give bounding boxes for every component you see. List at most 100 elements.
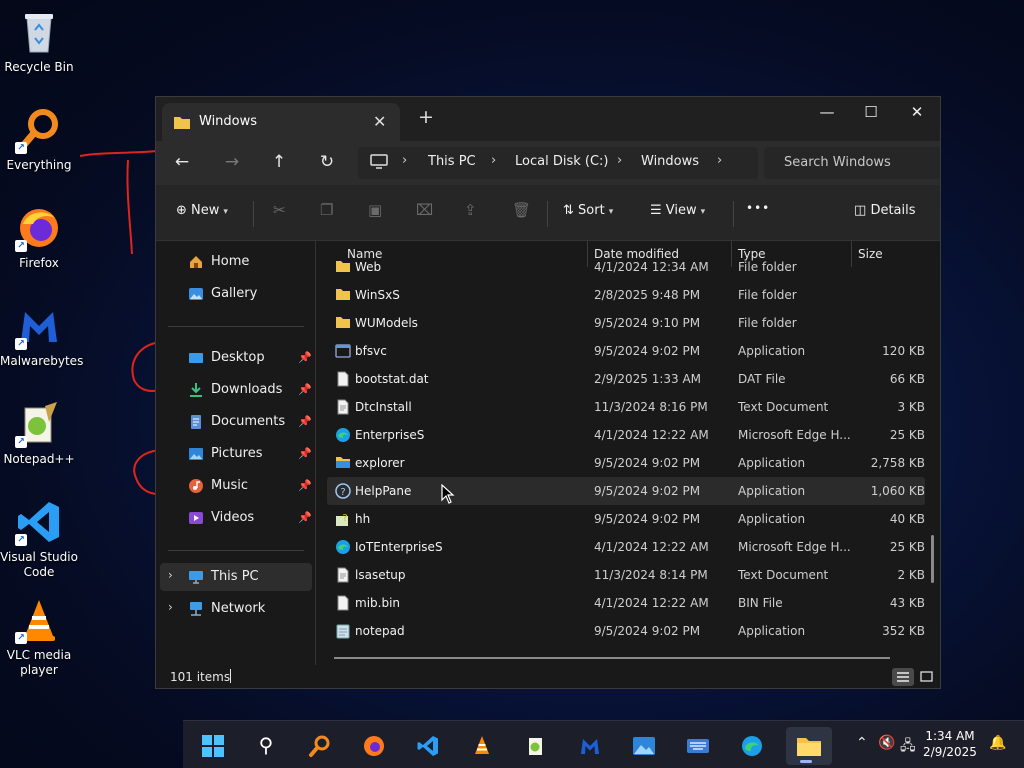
desktop-icon-recycle-bin[interactable]: Recycle Bin [0, 8, 78, 75]
taskbar-file-explorer[interactable] [786, 727, 832, 765]
nav-item-documents[interactable]: Documents 📌 [156, 408, 312, 436]
rename-icon[interactable]: ⌧ [416, 201, 433, 219]
file-row[interactable]: lsasetup 11/3/2024 8:14 PM Text Document 2 … [327, 561, 925, 589]
svg-text:?: ? [340, 487, 345, 498]
tiles-view-icon[interactable] [916, 668, 938, 686]
breadcrumb-this-pc[interactable]: This PC [428, 154, 476, 169]
pin-icon[interactable]: 📌 [298, 511, 312, 524]
pin-icon[interactable]: 📌 [298, 383, 312, 396]
vertical-scrollbar[interactable] [931, 535, 934, 583]
file-date-modified: 2/9/2025 1:33 AM [594, 372, 702, 386]
maximize-button[interactable]: ☐ [848, 97, 894, 129]
file-row[interactable]: ? HelpPane 9/5/2024 9:02 PM Application 1,06… [327, 477, 925, 505]
search-icon: ⚲ [258, 733, 274, 757]
nav-item-pictures[interactable]: Pictures 📌 [156, 440, 312, 468]
pin-icon[interactable]: 📌 [298, 479, 312, 492]
pin-icon[interactable]: 📌 [298, 351, 312, 364]
search-input[interactable]: Search Windows [764, 147, 940, 179]
file-date-modified: 9/5/2024 9:02 PM [594, 512, 701, 526]
sort-button[interactable]: ⇅ Sort ▾ [563, 203, 613, 218]
chevron-right-icon[interactable]: › [402, 153, 407, 168]
taskbar-vscode[interactable] [408, 727, 448, 765]
nav-item-gallery[interactable]: Gallery [156, 280, 312, 308]
pin-icon[interactable]: 📌 [298, 447, 312, 460]
notifications-bell-icon[interactable]: 🔔 [989, 735, 1006, 751]
view-button[interactable]: ☰ View ▾ [650, 203, 705, 218]
desktop-icon-firefox[interactable]: ↗ Firefox [0, 204, 78, 271]
desktop-icon-notepad-plus-plus[interactable]: ↗ Notepad++ [0, 400, 78, 467]
taskbar-notepad-plus-plus[interactable] [516, 727, 556, 765]
nav-item-downloads[interactable]: Downloads 📌 [156, 376, 312, 404]
desktop-icon-vlc[interactable]: ↗ VLC media player [0, 596, 78, 678]
taskbar-edge[interactable] [732, 727, 772, 765]
file-row[interactable]: Web 4/1/2024 12:34 AM File folder [327, 253, 925, 281]
file-row[interactable]: WinSxS 2/8/2025 9:48 PM File folder [327, 281, 925, 309]
chevron-right-icon[interactable]: › [717, 153, 722, 168]
monitor-icon[interactable] [370, 154, 388, 173]
file-row[interactable]: bootstat.dat 2/9/2025 1:33 AM DAT File 66 K… [327, 365, 925, 393]
file-row[interactable]: ? hh 9/5/2024 9:02 PM Application 40 KB [327, 505, 925, 533]
pin-icon[interactable]: 📌 [298, 415, 312, 428]
taskbar-everything[interactable] [300, 727, 340, 765]
refresh-icon[interactable]: ↻ [315, 152, 339, 174]
copy-icon[interactable]: ❐ [320, 201, 333, 219]
share-icon[interactable]: ⇪ [464, 201, 477, 219]
nav-item-this-pc[interactable]: › This PC [160, 563, 312, 591]
file-row[interactable]: explorer 9/5/2024 9:02 PM Application 2,758… [327, 449, 925, 477]
desktop-icon-vscode[interactable]: ↗ Visual Studio Code [0, 498, 78, 580]
taskbar-vlc[interactable] [462, 727, 502, 765]
delete-icon[interactable]: 🗑 [512, 201, 531, 219]
file-row[interactable]: notepad 9/5/2024 9:02 PM Application 352 KB [327, 617, 925, 645]
breadcrumb-local-disk[interactable]: Local Disk (C:) [515, 154, 608, 169]
file-row[interactable]: bfsvc 9/5/2024 9:02 PM Application 120 KB [327, 337, 925, 365]
details-view-icon[interactable] [892, 668, 914, 686]
text-file-icon [335, 399, 351, 415]
desktop-icon-everything[interactable]: ↗ Everything [0, 106, 78, 173]
taskbar-search-button[interactable]: ⚲ [246, 727, 286, 765]
taskbar-touch-keyboard[interactable] [678, 727, 718, 765]
taskbar-photos[interactable] [624, 727, 664, 765]
file-row[interactable]: WUModels 9/5/2024 9:10 PM File folder [327, 309, 925, 337]
start-button[interactable] [193, 727, 233, 765]
file-row[interactable]: IoTEnterpriseS 4/1/2024 12:22 AM Microsoft… [327, 533, 925, 561]
new-tab-button[interactable]: + [418, 108, 434, 127]
taskbar-firefox[interactable] [354, 727, 394, 765]
file-date-modified: 11/3/2024 8:16 PM [594, 400, 708, 414]
new-button-label: New [191, 203, 220, 218]
nav-item-home[interactable]: Home [156, 248, 312, 276]
system-clock[interactable]: 1:34 AM 2/9/2025 [920, 728, 980, 760]
file-row[interactable]: EnterpriseS 4/1/2024 12:22 AM Microsoft Ed… [327, 421, 925, 449]
minimize-button[interactable]: — [804, 97, 850, 129]
breadcrumb-windows[interactable]: Windows [641, 154, 699, 169]
new-button[interactable]: ⊕ New ▾ [176, 203, 228, 218]
notepad-plus-plus-icon [529, 738, 542, 755]
horizontal-scrollbar[interactable] [334, 657, 890, 659]
nav-item-network[interactable]: › Network [156, 595, 312, 623]
forward-arrow-icon[interactable]: → [220, 152, 244, 174]
chevron-right-icon[interactable]: › [168, 600, 173, 614]
nav-item-desktop[interactable]: Desktop 📌 [156, 344, 312, 372]
close-tab-icon[interactable]: ✕ [373, 112, 386, 131]
chevron-right-icon[interactable]: › [168, 568, 173, 582]
more-options-button[interactable]: ••• [746, 201, 770, 215]
details-pane-button[interactable]: ◫ Details [854, 203, 916, 218]
chevron-right-icon[interactable]: › [491, 153, 496, 168]
paste-icon[interactable]: ▣ [368, 201, 382, 219]
tab-windows[interactable]: Windows ✕ [162, 103, 400, 141]
chevron-right-icon[interactable]: › [617, 153, 622, 168]
cut-icon[interactable]: ✂ [273, 201, 286, 219]
back-arrow-icon[interactable]: ← [170, 152, 194, 174]
file-row[interactable]: DtcInstall 11/3/2024 8:16 PM Text Document… [327, 393, 925, 421]
volume-muted-icon[interactable]: 🔇 [878, 735, 895, 751]
nav-item-music[interactable]: Music 📌 [156, 472, 312, 500]
nav-item-videos[interactable]: Videos 📌 [156, 504, 312, 532]
show-hidden-icons-icon[interactable]: ⌃ [856, 735, 868, 751]
up-arrow-icon[interactable]: ↑ [267, 152, 291, 174]
network-status-icon[interactable]: 🖧 [900, 735, 916, 759]
file-size: 66 KB [889, 372, 925, 386]
desktop-icon-malwarebytes[interactable]: ↗ Malwarebytes [0, 302, 83, 369]
close-window-button[interactable]: ✕ [894, 97, 940, 129]
file-row[interactable]: mib.bin 4/1/2024 12:22 AM BIN File 43 KB [327, 589, 925, 617]
breadcrumb[interactable]: › This PC › Local Disk (C:) › Windows › [358, 147, 758, 179]
taskbar-malwarebytes[interactable] [570, 727, 610, 765]
